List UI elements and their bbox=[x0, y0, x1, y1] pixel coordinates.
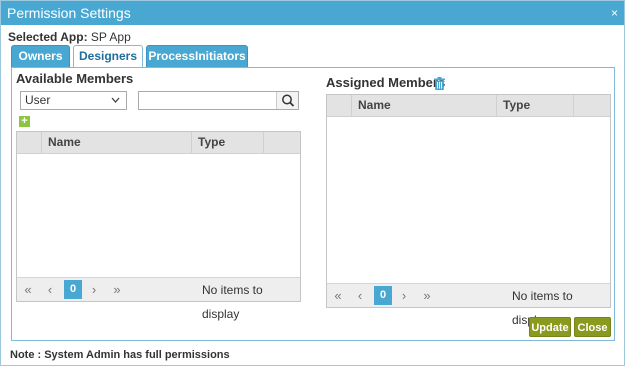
assigned-grid-pager: « ‹ 0 › » No items to display bbox=[327, 283, 610, 327]
dialog-title-bar: Permission Settings × bbox=[1, 1, 624, 25]
last-page-button[interactable]: » bbox=[108, 281, 126, 299]
search-icon bbox=[282, 94, 295, 107]
column-type[interactable]: Type bbox=[191, 132, 263, 153]
assigned-members-title: Assigned Members bbox=[326, 75, 446, 90]
member-search-input[interactable] bbox=[139, 92, 277, 109]
next-page-button[interactable]: › bbox=[85, 281, 103, 299]
member-search bbox=[138, 91, 299, 110]
tab-owners[interactable]: Owners bbox=[11, 45, 70, 67]
selected-app: Selected App: SP App bbox=[8, 30, 131, 44]
column-name[interactable]: Name bbox=[351, 95, 496, 116]
column-spacer bbox=[263, 132, 300, 153]
available-members-title: Available Members bbox=[16, 71, 134, 86]
first-page-button[interactable]: « bbox=[329, 287, 347, 305]
chevron-down-icon bbox=[111, 92, 120, 115]
member-type-value: User bbox=[25, 93, 51, 107]
last-page-button[interactable]: » bbox=[418, 287, 436, 305]
add-member-icon[interactable]: + bbox=[19, 116, 30, 127]
assigned-grid-header: Name Type bbox=[327, 95, 610, 117]
search-button[interactable] bbox=[276, 92, 298, 109]
column-spacer bbox=[573, 95, 610, 116]
current-page-button[interactable]: 0 bbox=[374, 286, 392, 305]
first-page-button[interactable]: « bbox=[19, 281, 37, 299]
dialog-title: Permission Settings bbox=[7, 5, 131, 21]
tab-designers[interactable]: Designers bbox=[73, 45, 143, 68]
selected-app-value: SP App bbox=[90, 30, 131, 44]
prev-page-button[interactable]: ‹ bbox=[351, 287, 369, 305]
column-name[interactable]: Name bbox=[41, 132, 191, 153]
update-button[interactable]: Update bbox=[529, 317, 571, 337]
column-type[interactable]: Type bbox=[496, 95, 573, 116]
tab-panel: Available Members User + Name Type « ‹ 0… bbox=[11, 67, 615, 341]
next-page-button[interactable]: › bbox=[395, 287, 413, 305]
current-page-button[interactable]: 0 bbox=[64, 280, 82, 299]
tab-processinitiators[interactable]: ProcessInitiators bbox=[146, 45, 248, 67]
prev-page-button[interactable]: ‹ bbox=[41, 281, 59, 299]
assigned-members-grid: Name Type « ‹ 0 › » No items to display bbox=[326, 94, 611, 327]
close-icon[interactable]: × bbox=[611, 1, 618, 25]
available-grid-pager: « ‹ 0 › » No items to display bbox=[17, 277, 300, 321]
available-members-grid: Name Type « ‹ 0 › » No items to display bbox=[16, 131, 301, 321]
selected-app-label: Selected App: bbox=[8, 30, 88, 44]
permissions-note: Note : System Admin has full permissions bbox=[10, 349, 230, 361]
trash-icon[interactable] bbox=[434, 77, 445, 93]
permission-settings-dialog: Permission Settings × Selected App: SP A… bbox=[0, 0, 625, 366]
available-grid-header: Name Type bbox=[17, 132, 300, 154]
pager-status: No items to display bbox=[202, 283, 263, 321]
member-type-select[interactable]: User bbox=[20, 91, 127, 110]
close-button[interactable]: Close bbox=[574, 317, 611, 337]
